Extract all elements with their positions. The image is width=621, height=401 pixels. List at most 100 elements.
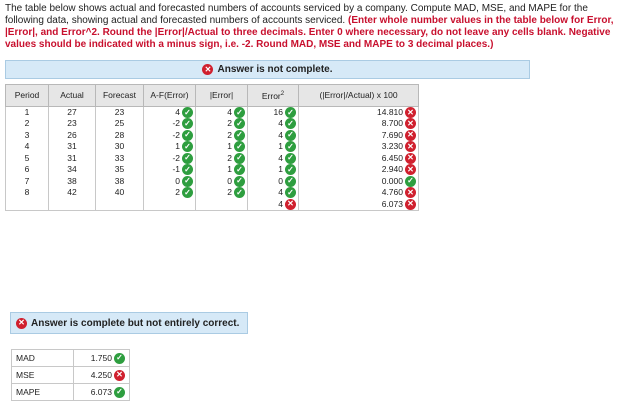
error-squared-input-value[interactable]: 4 (278, 187, 283, 198)
forecast-cell: 40 (95, 187, 144, 199)
pct-error-input[interactable]: 3.230 ✕ (298, 141, 419, 153)
table-header-row: Period Actual Forecast A-F(Error) |Error… (5, 84, 419, 107)
error-input-value[interactable]: -2 (172, 118, 180, 129)
abs-error-input-value[interactable]: 2 (227, 153, 232, 164)
check-circle-icon: ✓ (182, 175, 193, 187)
period-cell: 7 (5, 175, 49, 187)
check-circle-icon: ✓ (285, 164, 296, 176)
abs-error-input[interactable]: 2 ✓ (195, 129, 248, 141)
error-input-value[interactable]: 2 (175, 187, 180, 198)
abs-error-input-value[interactable]: 2 (227, 130, 232, 141)
abs-error-input-value[interactable]: 4 (227, 107, 232, 118)
measure-value[interactable]: 4.250 (91, 370, 112, 380)
error-input[interactable]: -2 ✓ (143, 129, 196, 141)
measure-value[interactable]: 6.073 (91, 387, 112, 397)
measure-input[interactable]: 1.750 ✓ (73, 349, 130, 367)
check-circle-icon: ✓ (234, 129, 245, 141)
pct-error-input[interactable]: 2.940 ✕ (298, 164, 419, 176)
error-input-value[interactable]: 1 (175, 141, 180, 152)
abs-error-input-value[interactable]: 2 (227, 187, 232, 198)
abs-error-input-value[interactable]: 0 (227, 176, 232, 187)
error-input[interactable]: 2 ✓ (143, 187, 196, 199)
check-circle-icon: ✓ (234, 141, 245, 153)
measure-input[interactable]: 4.250 ✕ (73, 366, 130, 384)
header-error: A-F(Error) (143, 84, 196, 107)
total-pct-error-input[interactable]: 6.073 ✕ (298, 198, 419, 211)
pct-error-input-value[interactable]: 6.450 (382, 153, 403, 164)
forecast-cell: 38 (95, 175, 144, 187)
status-banner-partial-text: Answer is complete but not entirely corr… (31, 317, 240, 329)
error-input[interactable]: 1 ✓ (143, 141, 196, 153)
abs-error-input[interactable]: 2 ✓ (195, 152, 248, 164)
abs-error-input[interactable]: 2 ✓ (195, 118, 248, 130)
abs-error-input[interactable]: 1 ✓ (195, 141, 248, 153)
error-input[interactable]: 4 ✓ (143, 106, 196, 118)
check-circle-icon: ✓ (405, 175, 416, 187)
error-squared-input[interactable]: 4 ✓ (247, 118, 299, 130)
measure-input[interactable]: 6.073 ✓ (73, 383, 130, 401)
x-circle-icon: ✕ (405, 198, 416, 210)
abs-error-input[interactable]: 4 ✓ (195, 106, 248, 118)
error-squared-input-value[interactable]: 1 (278, 141, 283, 152)
error-input-value[interactable]: -2 (172, 153, 180, 164)
pct-error-input[interactable]: 4.760 ✕ (298, 187, 419, 199)
error-squared-input[interactable]: 4 ✓ (247, 187, 299, 199)
table-row: 2 23 25 -2 ✓ 2 ✓ 4 ✓ 8.700 ✕ (5, 118, 419, 130)
pct-error-input-value[interactable]: 14.810 (377, 107, 403, 118)
error-input[interactable]: -1 ✓ (143, 164, 196, 176)
total-error-squared-input[interactable]: 4 ✕ (247, 198, 299, 211)
check-circle-icon: ✓ (234, 164, 245, 176)
total-pct-error-input-value[interactable]: 6.073 (382, 199, 403, 210)
error-squared-input[interactable]: 0 ✓ (247, 175, 299, 187)
period-cell: 4 (5, 141, 49, 153)
pct-error-input[interactable]: 14.810 ✕ (298, 106, 419, 118)
abs-error-input[interactable]: 1 ✓ (195, 164, 248, 176)
error-input-value[interactable]: -1 (172, 164, 180, 175)
pct-error-input[interactable]: 7.690 ✕ (298, 129, 419, 141)
pct-error-input[interactable]: 6.450 ✕ (298, 152, 419, 164)
pct-error-input-value[interactable]: 7.690 (382, 130, 403, 141)
abs-error-input[interactable]: 2 ✓ (195, 187, 248, 199)
error-squared-input-value[interactable]: 4 (278, 153, 283, 164)
pct-error-input-value[interactable]: 0.000 (382, 176, 403, 187)
error-input-value[interactable]: -2 (172, 130, 180, 141)
error-squared-input[interactable]: 4 ✓ (247, 152, 299, 164)
error-squared-input[interactable]: 16 ✓ (247, 106, 299, 118)
pct-error-input[interactable]: 0.000 ✓ (298, 175, 419, 187)
error-squared-input-value[interactable]: 1 (278, 164, 283, 175)
error-input-value[interactable]: 0 (175, 176, 180, 187)
error-input[interactable]: -2 ✓ (143, 152, 196, 164)
check-circle-icon: ✓ (285, 129, 296, 141)
forecast-cell: 25 (95, 118, 144, 130)
status-banner-incomplete: ✕ Answer is not complete. (5, 60, 530, 79)
pct-error-input-value[interactable]: 4.760 (382, 187, 403, 198)
error-input-value[interactable]: 4 (175, 107, 180, 118)
pct-error-input[interactable]: 8.700 ✕ (298, 118, 419, 130)
error-squared-input[interactable]: 1 ✓ (247, 164, 299, 176)
pct-error-input-value[interactable]: 3.230 (382, 141, 403, 152)
error-squared-input-value[interactable]: 4 (278, 118, 283, 129)
table-row: 5 31 33 -2 ✓ 2 ✓ 4 ✓ 6.450 ✕ (5, 152, 419, 164)
error-input[interactable]: 0 ✓ (143, 175, 196, 187)
totals-row: 4 ✕ 6.073 ✕ (5, 198, 419, 211)
pct-error-input-value[interactable]: 8.700 (382, 118, 403, 129)
pct-error-input-value[interactable]: 2.940 (382, 164, 403, 175)
error-measure-row: MAD 1.750 ✓ (11, 349, 130, 367)
totals-empty-abs-error (195, 198, 248, 211)
error-squared-input-value[interactable]: 4 (278, 130, 283, 141)
error-squared-input-value[interactable]: 16 (274, 107, 283, 118)
abs-error-input-value[interactable]: 2 (227, 118, 232, 129)
error-input[interactable]: -2 ✓ (143, 118, 196, 130)
measure-label: MAD (11, 349, 74, 367)
error-squared-input-value[interactable]: 0 (278, 176, 283, 187)
error-squared-input[interactable]: 4 ✓ (247, 129, 299, 141)
total-error-squared-input-value[interactable]: 4 (278, 199, 283, 210)
abs-error-input-value[interactable]: 1 (227, 164, 232, 175)
check-circle-icon: ✓ (285, 118, 296, 130)
totals-empty-forecast (95, 198, 144, 211)
measure-value[interactable]: 1.750 (91, 353, 112, 363)
abs-error-input[interactable]: 0 ✓ (195, 175, 248, 187)
abs-error-input-value[interactable]: 1 (227, 141, 232, 152)
error-squared-input[interactable]: 1 ✓ (247, 141, 299, 153)
header-pct: (|Error|/Actual) x 100 (298, 84, 419, 107)
